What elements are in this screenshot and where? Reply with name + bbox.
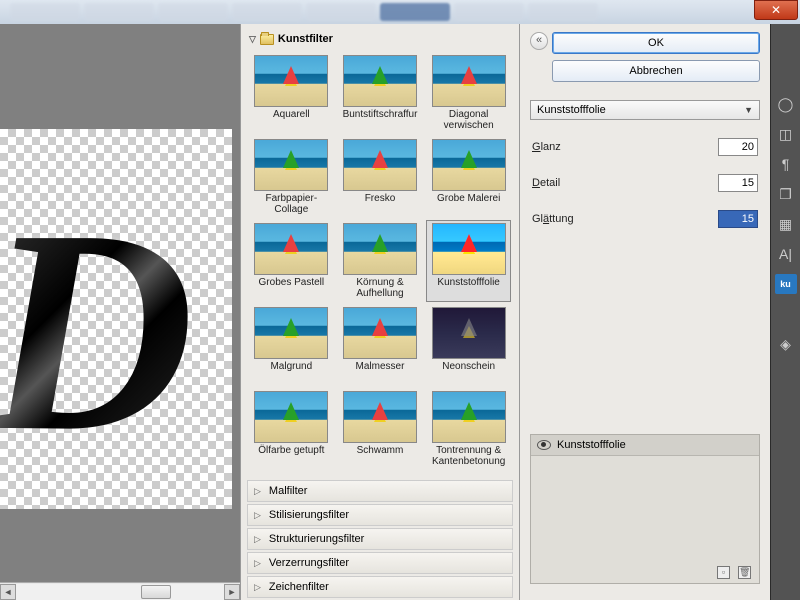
dock-stack-icon[interactable]: ◈: [775, 334, 797, 354]
right-dock: ◯ ◫ ¶ ❐ ▦ A| ku ◈: [770, 24, 800, 600]
layer-row[interactable]: Kunststofffolie: [531, 435, 759, 456]
filter-neonschein[interactable]: Neonschein: [426, 304, 511, 386]
tab[interactable]: [10, 3, 80, 21]
dock-crop-icon[interactable]: ◫: [775, 124, 797, 144]
settings-panel: ✕ « OK Abbrechen Kunststofffolie ▼ Glanz…: [520, 24, 770, 600]
category-kunstfilter[interactable]: ▽ Kunstfilter: [247, 30, 513, 48]
tab[interactable]: [84, 3, 154, 21]
filter-malgrund[interactable]: Malgrund: [249, 304, 334, 386]
layer-name: Kunststofffolie: [557, 439, 626, 451]
canvas-preview[interactable]: D: [0, 24, 240, 582]
filter-fresko[interactable]: Fresko: [338, 136, 423, 218]
effect-layers: Kunststofffolie ▫ 🗑: [530, 434, 760, 584]
triangle-right-icon: ▷: [254, 510, 261, 521]
dock-character-icon[interactable]: A|: [775, 244, 797, 264]
dock-swatches-icon[interactable]: ▦: [775, 214, 797, 234]
tab-active[interactable]: [380, 3, 450, 21]
param-glanz-label: Glanz: [532, 141, 561, 153]
horizontal-scrollbar[interactable]: ◄ ►: [0, 582, 240, 600]
tab[interactable]: [306, 3, 376, 21]
param-detail-label: Detail: [532, 177, 560, 189]
filter-oelfarbe-getupft[interactable]: Ölfarbe getupft: [249, 388, 334, 470]
dock-circle-icon[interactable]: ◯: [775, 94, 797, 114]
close-button[interactable]: ✕: [754, 0, 798, 20]
triangle-right-icon: ▷: [254, 534, 261, 545]
scroll-thumb[interactable]: [141, 585, 171, 599]
category-malfilter[interactable]: ▷Malfilter: [247, 480, 513, 502]
tab[interactable]: [528, 3, 598, 21]
category-stilisierungsfilter[interactable]: ▷Stilisierungsfilter: [247, 504, 513, 526]
folder-icon: [260, 34, 274, 45]
filter-malmesser[interactable]: Malmesser: [338, 304, 423, 386]
category-zeichenfilter[interactable]: ▷Zeichenfilter: [247, 576, 513, 598]
triangle-right-icon: ▷: [254, 486, 261, 497]
param-glaettung-input[interactable]: [718, 210, 758, 228]
dock-paragraph-icon[interactable]: ¶: [775, 154, 797, 174]
delete-layer-icon[interactable]: 🗑: [738, 566, 751, 579]
filter-kunststofffolie[interactable]: Kunststofffolie: [426, 220, 511, 302]
filter-gallery: ▽ Kunstfilter Aquarell Buntstiftschraffu…: [240, 24, 520, 600]
category-label: Kunstfilter: [278, 33, 333, 45]
tab[interactable]: [158, 3, 228, 21]
tab[interactable]: [454, 3, 524, 21]
filter-schwamm[interactable]: Schwamm: [338, 388, 423, 470]
filter-dropdown-label: Kunststofffolie: [537, 104, 606, 116]
filter-grobes-pastell[interactable]: Grobes Pastell: [249, 220, 334, 302]
filter-koernung-aufhellung[interactable]: Körnung & Aufhellung: [338, 220, 423, 302]
document-tabbar: [0, 0, 800, 24]
category-strukturierungsfilter[interactable]: ▷Strukturierungsfilter: [247, 528, 513, 550]
param-glaettung-label: Glättung: [532, 213, 574, 225]
dock-layers-icon[interactable]: ❐: [775, 184, 797, 204]
dock-ku-icon[interactable]: ku: [775, 274, 797, 294]
param-glanz-input[interactable]: [718, 138, 758, 156]
filter-aquarell[interactable]: Aquarell: [249, 52, 334, 134]
triangle-right-icon: ▷: [254, 558, 261, 569]
category-verzerrungsfilter[interactable]: ▷Verzerrungsfilter: [247, 552, 513, 574]
triangle-right-icon: ▷: [254, 582, 261, 593]
scroll-left-icon[interactable]: ◄: [0, 584, 16, 600]
filter-grobe-malerei[interactable]: Grobe Malerei: [426, 136, 511, 218]
param-detail-input[interactable]: [718, 174, 758, 192]
filter-diagonal-verwischen[interactable]: Diagonal verwischen: [426, 52, 511, 134]
filter-buntstiftschraffur[interactable]: Buntstiftschraffur: [338, 52, 423, 134]
filter-farbpapier-collage[interactable]: Farbpapier-Collage: [249, 136, 334, 218]
cancel-button[interactable]: Abbrechen: [552, 60, 760, 82]
visibility-eye-icon[interactable]: [537, 440, 551, 450]
tab[interactable]: [232, 3, 302, 21]
filter-tontrennung[interactable]: Tontrennung & Kantenbetonung: [426, 388, 511, 470]
artwork-letter: D: [0, 164, 194, 497]
new-layer-icon[interactable]: ▫: [717, 566, 730, 579]
scroll-right-icon[interactable]: ►: [224, 584, 240, 600]
filter-dropdown[interactable]: Kunststofffolie ▼: [530, 100, 760, 120]
chevron-down-icon: ▼: [744, 105, 753, 115]
triangle-down-icon: ▽: [249, 34, 256, 45]
ok-button[interactable]: OK: [552, 32, 760, 54]
preview-panel: D ◄ ►: [0, 24, 240, 600]
collapse-button[interactable]: «: [530, 32, 548, 50]
